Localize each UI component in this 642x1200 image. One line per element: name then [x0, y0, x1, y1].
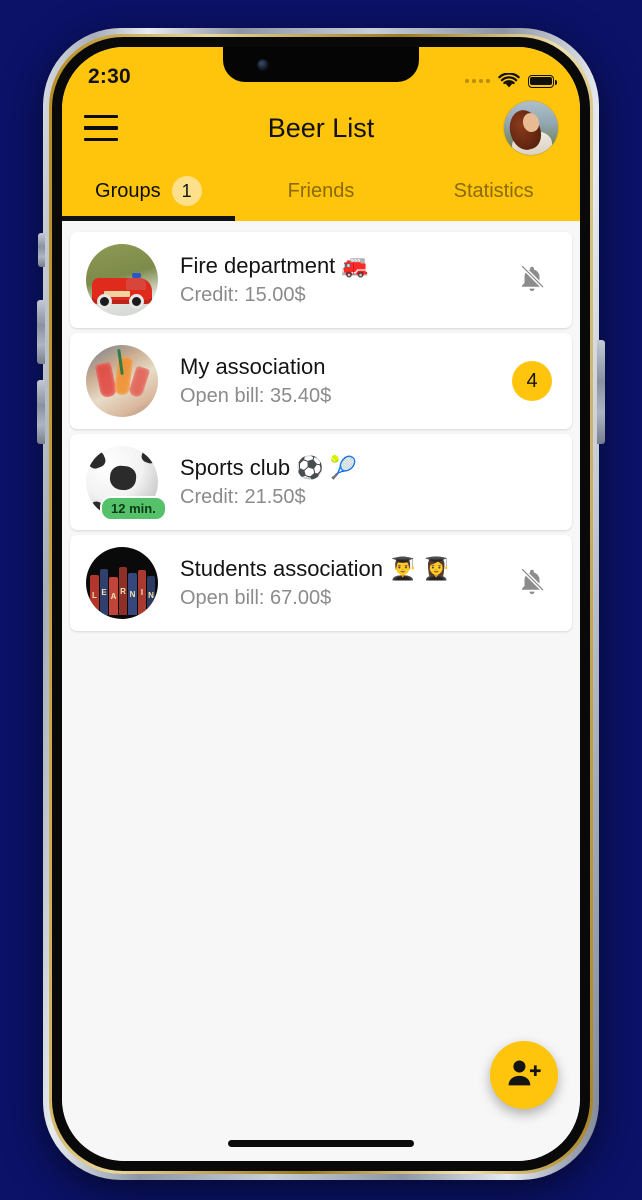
book-spine: I — [138, 570, 146, 615]
volume-down-button[interactable] — [37, 380, 45, 444]
group-subtitle: Credit: 15.00$ — [180, 283, 306, 306]
group-title: Fire department 🚒 — [180, 253, 369, 279]
group-subtitle: Open bill: 35.40$ — [180, 384, 332, 407]
tab-statistics[interactable]: Statistics — [407, 161, 580, 221]
phone-screen: 2:30 Beer List Groups 1 Friends Statisti… — [62, 47, 580, 1161]
book-spine: N — [147, 576, 155, 615]
list-item[interactable]: 12 min. Sports club ⚽ 🎾 Credit: 21.50$ — [70, 434, 572, 530]
front-camera-icon — [257, 59, 269, 71]
volume-up-button[interactable] — [37, 300, 45, 364]
book-spine: L — [90, 575, 99, 615]
power-button[interactable] — [597, 340, 605, 444]
group-title: My association — [180, 354, 326, 380]
group-title: Sports club ⚽ 🎾 — [180, 455, 358, 481]
screenshot-stage: 2:30 Beer List Groups 1 Friends Statisti… — [0, 0, 642, 1200]
list-item-trailing — [510, 263, 554, 298]
avatar-wrapper — [86, 244, 158, 316]
signal-dots-icon — [465, 79, 490, 83]
avatar-wrapper — [86, 345, 158, 417]
title-bar: Beer List — [62, 95, 580, 161]
status-bar-time: 2:30 — [88, 65, 131, 88]
list-item[interactable]: My association Open bill: 35.40$ 4 — [70, 333, 572, 429]
list-item-text: My association Open bill: 35.40$ — [180, 353, 510, 409]
tab-bar: Groups 1 Friends Statistics — [62, 161, 580, 221]
groups-list: Fire department 🚒 Credit: 15.00$ My asso… — [62, 221, 580, 631]
notch — [223, 47, 419, 82]
list-item[interactable]: Fire department 🚒 Credit: 15.00$ — [70, 232, 572, 328]
list-item-trailing — [510, 566, 554, 601]
book-spine-letter: E — [101, 588, 107, 597]
avatar-wrapper: LEARNIN — [86, 547, 158, 619]
profile-avatar[interactable] — [504, 101, 558, 155]
page-title: Beer List — [267, 112, 375, 143]
unread-count-badge: 4 — [512, 361, 552, 401]
tab-friends[interactable]: Friends — [235, 161, 408, 221]
content-area: Fire department 🚒 Credit: 15.00$ My asso… — [62, 221, 580, 1161]
book-spine: R — [119, 567, 127, 615]
group-avatar-cheers — [86, 345, 158, 417]
list-item-text: Students association 👨‍🎓 👩‍🎓 Open bill: … — [180, 555, 510, 611]
app-root: 2:30 Beer List Groups 1 Friends Statisti… — [62, 47, 580, 1161]
list-item-text: Fire department 🚒 Credit: 15.00$ — [180, 252, 510, 308]
time-badge: 12 min. — [100, 496, 167, 521]
book-spine-letter: I — [140, 588, 144, 597]
hamburger-menu-icon[interactable] — [84, 115, 118, 141]
book-spine-letter: N — [148, 591, 154, 600]
avatar-wrapper: 12 min. — [86, 446, 167, 521]
person-add-icon — [507, 1058, 541, 1093]
group-subtitle: Open bill: 67.00$ — [180, 586, 332, 609]
book-spine-letter: R — [120, 587, 126, 596]
group-avatar-books: LEARNIN — [86, 547, 158, 619]
book-spine-letter: L — [92, 591, 97, 600]
tab-groups-badge: 1 — [171, 176, 202, 206]
group-title: Students association 👨‍🎓 👩‍🎓 — [180, 556, 451, 582]
bell-off-icon[interactable] — [517, 263, 547, 298]
tab-friends-label: Friends — [287, 179, 355, 202]
tab-groups-label: Groups — [95, 179, 161, 202]
status-bar-indicators — [465, 73, 557, 89]
book-spine: A — [109, 577, 118, 615]
group-subtitle: Credit: 21.50$ — [180, 485, 306, 508]
group-avatar-fire-truck — [86, 244, 158, 316]
tab-statistics-label: Statistics — [453, 179, 534, 202]
wifi-icon — [498, 73, 520, 89]
tab-groups[interactable]: Groups 1 — [62, 161, 235, 221]
list-item-trailing: 4 — [510, 361, 554, 401]
battery-full-icon — [528, 74, 557, 88]
add-group-fab[interactable] — [490, 1041, 558, 1109]
home-indicator — [228, 1140, 414, 1147]
book-spine-letter: N — [129, 590, 136, 599]
list-item[interactable]: LEARNIN Students association 👨‍🎓 👩‍🎓 Ope… — [70, 535, 572, 631]
bell-off-icon[interactable] — [517, 566, 547, 601]
list-item-text: Sports club ⚽ 🎾 Credit: 21.50$ — [180, 454, 510, 510]
book-spine: N — [128, 573, 137, 615]
book-spine: E — [100, 569, 108, 615]
silent-switch-button[interactable] — [38, 233, 45, 267]
book-spine-letter: A — [110, 592, 117, 601]
